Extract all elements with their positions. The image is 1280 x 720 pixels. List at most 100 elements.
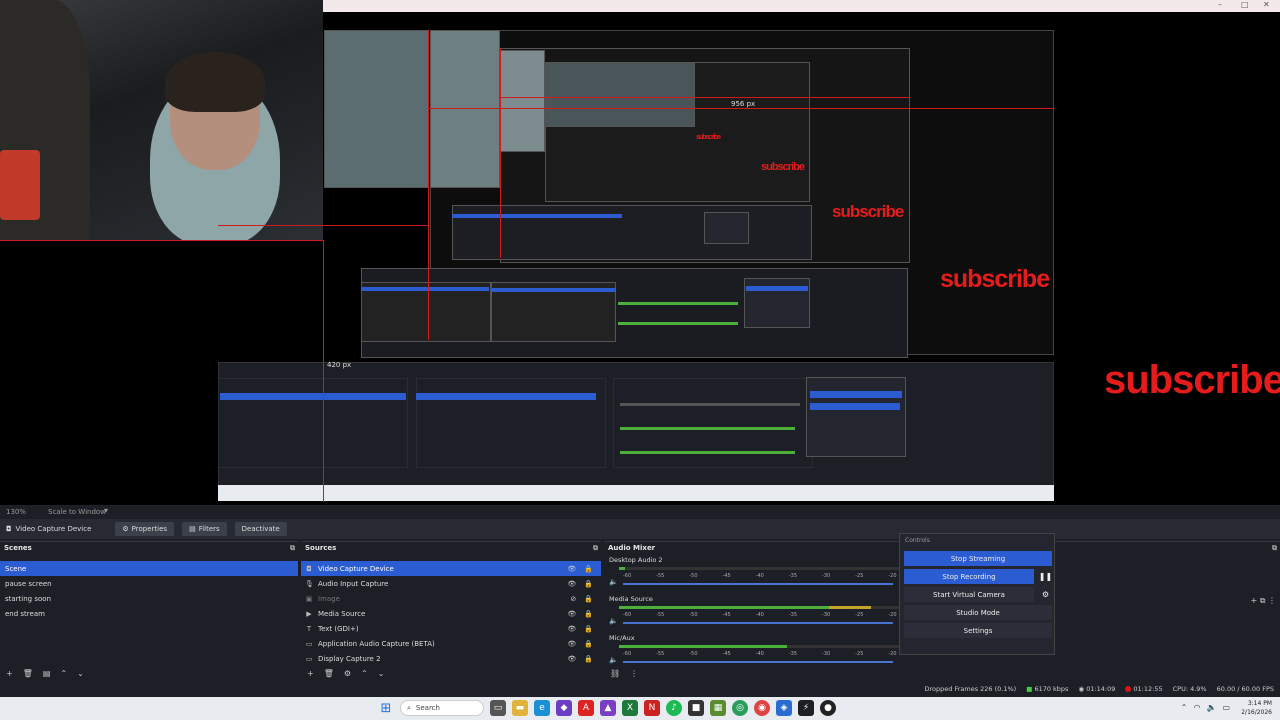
taskbar-clock[interactable]: 3:14 PM 2/16/2026: [1241, 699, 1272, 717]
move-down-icon[interactable]: ⌄: [77, 669, 84, 678]
file-explorer-icon[interactable]: ▬: [512, 700, 528, 716]
scene-item-scene[interactable]: Scene: [0, 561, 298, 576]
task-view-icon[interactable]: ▭: [490, 700, 506, 716]
add-scene-icon[interactable]: +: [6, 669, 13, 678]
visibility-eye-icon[interactable]: 👁: [567, 640, 576, 648]
stop-streaming-button[interactable]: Stop Streaming: [904, 551, 1052, 566]
edge-icon[interactable]: e: [534, 700, 550, 716]
source-settings-icon[interactable]: ⚙: [344, 669, 351, 678]
lock-icon[interactable]: 🔒: [584, 640, 593, 648]
dock-undock-icon[interactable]: ⧉: [1272, 544, 1277, 553]
minecraft-icon[interactable]: ▦: [710, 700, 726, 716]
app-icon-8[interactable]: ⚡: [798, 700, 814, 716]
scene-item-end-stream[interactable]: end stream: [0, 606, 298, 621]
lock-icon[interactable]: 🔒: [584, 595, 593, 603]
volume-slider[interactable]: [623, 622, 893, 624]
move-down-icon[interactable]: ⌄: [378, 669, 385, 678]
obs-icon[interactable]: ●: [820, 700, 836, 716]
volume-slider[interactable]: [623, 583, 893, 585]
minimize-button[interactable]: –: [1218, 0, 1222, 9]
width-guide-label: 956 px: [731, 100, 756, 108]
add-source-icon[interactable]: +: [307, 669, 314, 678]
chevron-down-icon[interactable]: ▾: [104, 506, 108, 515]
add-icon[interactable]: + ⧉ ⋮: [1250, 596, 1276, 606]
gear-icon[interactable]: ⚙: [1039, 587, 1052, 602]
meter-level-green: [619, 606, 829, 609]
scene-item-pause-screen[interactable]: pause screen: [0, 576, 298, 591]
scene-item-starting-soon[interactable]: starting soon: [0, 591, 298, 606]
move-up-icon[interactable]: ⌃: [361, 669, 368, 678]
app-icon-5[interactable]: ■: [688, 700, 704, 716]
windows-start-icon[interactable]: ⊞: [378, 700, 394, 716]
source-item-video-capture[interactable]: ◘ Video Capture Device 👁 🔒: [301, 561, 601, 576]
visibility-eye-icon[interactable]: 👁: [567, 655, 576, 663]
maximize-button[interactable]: □: [1241, 0, 1249, 9]
camera-icon: ◘: [6, 525, 12, 533]
controls-title: Controls: [905, 537, 930, 544]
lock-icon[interactable]: 🔒: [584, 565, 593, 573]
volume-slider[interactable]: [623, 661, 893, 663]
microphone-icon: 🎙: [305, 579, 314, 588]
app-icon-4[interactable]: N: [644, 700, 660, 716]
excel-icon[interactable]: X: [622, 700, 638, 716]
visibility-eye-icon[interactable]: 👁: [567, 610, 576, 618]
db-tick-label: -60: [623, 573, 632, 579]
studio-mode-button[interactable]: Studio Mode: [904, 605, 1052, 620]
selected-source-label: ◘ Video Capture Device: [6, 525, 92, 533]
app-icon-1[interactable]: ◆: [556, 700, 572, 716]
app-icon-2[interactable]: A: [578, 700, 594, 716]
visibility-hidden-icon[interactable]: ⊘: [570, 595, 576, 603]
lock-icon[interactable]: 🔒: [584, 580, 593, 588]
wifi-icon[interactable]: ◠: [1193, 703, 1200, 712]
source-item-app-audio[interactable]: ▭ Application Audio Capture (BETA) 👁 🔒: [301, 636, 601, 651]
text-icon: T: [306, 624, 312, 633]
deactivate-button[interactable]: Deactivate: [234, 522, 287, 536]
dock-undock-icon[interactable]: ⧉: [593, 544, 598, 553]
speaker-icon[interactable]: 🔈: [609, 656, 618, 664]
visibility-eye-icon[interactable]: 👁: [567, 625, 576, 633]
app-icon-6[interactable]: ◉: [754, 700, 770, 716]
lock-icon[interactable]: 🔒: [584, 610, 593, 618]
volume-icon[interactable]: 🔈: [1206, 703, 1216, 712]
source-item-display-capture[interactable]: ▭ Display Capture 2 👁 🔒: [301, 651, 601, 666]
start-virtual-camera-button[interactable]: Start Virtual Camera: [904, 587, 1034, 602]
play-icon: ▶: [306, 609, 312, 618]
lock-icon[interactable]: 🔒: [584, 655, 593, 663]
mixer-menu-icon[interactable]: ⋮: [630, 669, 638, 678]
lock-icon[interactable]: 🔒: [584, 625, 593, 633]
scene-filters-icon[interactable]: ▤: [43, 669, 51, 678]
source-item-image[interactable]: ▣ Image ⊘ 🔒: [301, 591, 601, 606]
filters-button[interactable]: ▤ Filters: [182, 522, 227, 536]
spotify-icon[interactable]: ♪: [666, 700, 682, 716]
app-icon-3[interactable]: ▲: [600, 700, 616, 716]
properties-button[interactable]: ⚙ Properties: [115, 522, 175, 536]
trash-icon[interactable]: 🗑: [23, 669, 33, 678]
trash-icon[interactable]: 🗑: [324, 669, 334, 678]
chrome-icon[interactable]: ◎: [732, 700, 748, 716]
visibility-eye-icon[interactable]: 👁: [567, 580, 576, 588]
speaker-icon[interactable]: 🔈: [609, 617, 618, 625]
system-tray: ⌃ ◠ 🔈 ▭: [1181, 703, 1230, 712]
chevron-up-icon[interactable]: ⌃: [1181, 703, 1188, 712]
db-tick-label: -55: [656, 612, 665, 618]
dock-undock-icon[interactable]: ⧉: [290, 544, 295, 553]
move-up-icon[interactable]: ⌃: [60, 669, 67, 678]
stop-recording-button[interactable]: Stop Recording: [904, 569, 1034, 584]
scale-mode-dropdown[interactable]: Scale to Window: [48, 508, 106, 516]
app-icon-7[interactable]: ◈: [776, 700, 792, 716]
visibility-eye-icon[interactable]: 👁: [567, 565, 576, 573]
battery-icon[interactable]: ▭: [1222, 703, 1230, 712]
meter-level-yellow: [829, 606, 871, 609]
source-item-media-source[interactable]: ▶ Media Source 👁 🔒: [301, 606, 601, 621]
settings-button[interactable]: Settings: [904, 623, 1052, 638]
dropped-frames: Dropped Frames 226 (0.1%): [924, 684, 1017, 693]
source-item-audio-input[interactable]: 🎙 Audio Input Capture 👁 🔒: [301, 576, 601, 591]
preview-canvas[interactable]: 956 px 420 px subscribe subscribe subscr…: [0, 0, 1280, 505]
pause-icon[interactable]: ❚❚: [1039, 569, 1052, 584]
source-item-text-gdi[interactable]: T Text (GDI+) 👁 🔒: [301, 621, 601, 636]
taskbar-search[interactable]: ⌕ Search: [400, 700, 484, 716]
mixer-link-icon[interactable]: ⛓: [610, 669, 620, 678]
db-tick-label: -35: [788, 573, 798, 579]
speaker-icon[interactable]: 🔈: [609, 578, 618, 586]
close-button[interactable]: ✕: [1263, 0, 1270, 9]
